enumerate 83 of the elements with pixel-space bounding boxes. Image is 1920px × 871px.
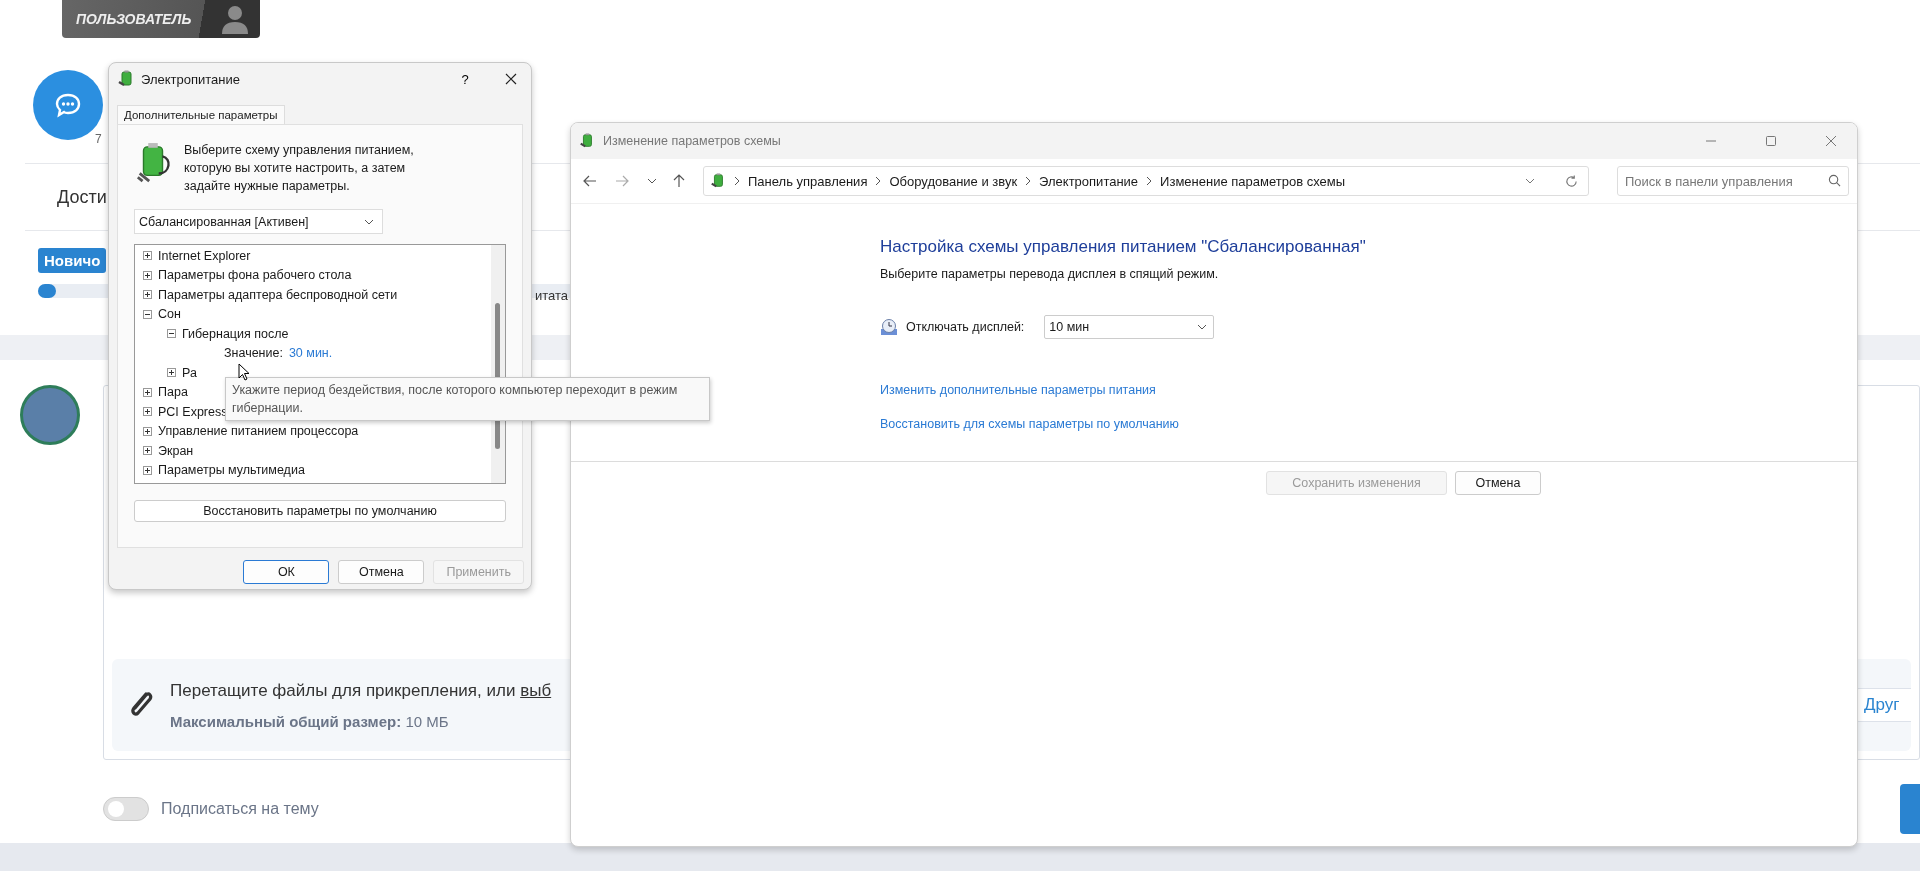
expander-icon[interactable] bbox=[143, 407, 152, 417]
expander-icon[interactable] bbox=[143, 446, 152, 456]
chevron-right-icon bbox=[1025, 176, 1032, 186]
restore-defaults-button[interactable]: Восстановить параметры по умолчанию bbox=[134, 500, 506, 522]
battery-plug-icon bbox=[579, 133, 595, 149]
expander-icon[interactable] bbox=[143, 387, 152, 397]
tree-item[interactable]: Пара bbox=[158, 385, 188, 400]
subscribe-label: Подписаться на тему bbox=[161, 799, 320, 818]
breadcrumb[interactable]: Панель управления bbox=[748, 173, 868, 189]
address-bar[interactable]: Панель управления Оборудование и звук Электропитание Изменение параметров схемы bbox=[703, 166, 1589, 196]
settings-link[interactable]: Изменить дополнительные параметры питания bbox=[880, 383, 1156, 397]
expander-icon[interactable] bbox=[143, 290, 152, 300]
breadcrumb[interactable]: Оборудование и звук bbox=[889, 173, 1018, 189]
close-icon bbox=[505, 73, 517, 85]
submit-button[interactable] bbox=[1900, 783, 1920, 834]
breadcrumb[interactable]: Электропитание bbox=[1039, 173, 1139, 189]
expander-icon[interactable] bbox=[143, 426, 152, 436]
user-badge: ПОЛЬЗОВАТЕЛЬ bbox=[62, 0, 260, 38]
expander-icon[interactable] bbox=[143, 251, 152, 261]
tree-item[interactable]: PCI Express bbox=[158, 404, 228, 419]
display-off-dropdown[interactable]: 10 мин bbox=[1044, 315, 1215, 339]
back-arrow-icon[interactable] bbox=[583, 175, 597, 187]
settings-link[interactable]: Восстановить для схемы параметры по умолчанию bbox=[880, 417, 1179, 431]
window-title: Электропитание bbox=[141, 71, 241, 87]
battery-plug-icon bbox=[134, 141, 172, 185]
expander-icon[interactable] bbox=[143, 309, 152, 319]
page-subheading: Выберите параметры перевода дисплея в спящий режим. bbox=[880, 267, 1219, 281]
window-button[interactable]: Отмена bbox=[1455, 471, 1541, 495]
value-label: Значение: bbox=[224, 346, 283, 361]
subscribe-toggle[interactable] bbox=[103, 796, 149, 821]
chevron-down-icon bbox=[364, 218, 374, 225]
tree-item[interactable]: Управление питанием процессора bbox=[158, 424, 359, 439]
message-count: 7 bbox=[95, 132, 102, 146]
size-limit-value: 10 МБ bbox=[405, 712, 449, 730]
battery-plug-icon bbox=[117, 70, 135, 88]
expander-icon[interactable] bbox=[167, 329, 176, 339]
help-button[interactable]: ? bbox=[445, 64, 485, 94]
tree-item[interactable]: Параметры адаптера беспроводной сети bbox=[158, 287, 398, 302]
tree-item[interactable]: Internet Explorer bbox=[158, 248, 251, 263]
tree-item[interactable]: Параметры мультимедиа bbox=[158, 463, 305, 478]
chevron-down-icon[interactable] bbox=[647, 178, 657, 184]
battery-plug-icon bbox=[710, 173, 726, 189]
breadcrumb[interactable]: Изменение параметров схемы bbox=[1160, 173, 1346, 189]
scheme-dropdown[interactable]: Сбалансированная [Активен] bbox=[134, 209, 383, 234]
chevron-right-icon bbox=[1146, 176, 1153, 186]
tree-item[interactable]: Сон bbox=[158, 307, 181, 322]
tab[interactable]: Дополнительные параметры bbox=[117, 105, 285, 124]
cut-text: итата bbox=[535, 288, 569, 303]
section-heading: Дости bbox=[57, 186, 107, 208]
tree-item[interactable]: Ра bbox=[182, 365, 197, 380]
size-limit-label: Максимальный общий размер: bbox=[170, 712, 402, 730]
maximize-icon[interactable] bbox=[1765, 135, 1777, 147]
mouse-cursor-icon bbox=[238, 363, 250, 381]
chevron-right-icon bbox=[734, 176, 740, 186]
avatar-circle bbox=[20, 385, 80, 445]
rank-badge: Новичо bbox=[38, 248, 107, 273]
person-icon bbox=[220, 4, 250, 34]
dialog-button[interactable]: ОК bbox=[243, 560, 330, 584]
choose-files-link[interactable]: выб bbox=[520, 680, 552, 700]
tree-item[interactable]: Гибернация после bbox=[182, 326, 289, 341]
chevron-down-icon[interactable] bbox=[1525, 178, 1535, 184]
tree-item[interactable]: Экран bbox=[158, 443, 194, 458]
tooltip: Укажите период бездействия, после которого компьютер переходит в режим гибернации. bbox=[225, 377, 710, 421]
expander-icon[interactable] bbox=[167, 368, 176, 378]
expander-icon[interactable] bbox=[143, 465, 152, 475]
chevron-down-icon bbox=[1197, 324, 1208, 330]
dialog-button[interactable]: Отмена bbox=[338, 560, 425, 584]
search-icon bbox=[1828, 174, 1841, 187]
clock-icon bbox=[880, 318, 898, 336]
window-title: Изменение параметров схемы bbox=[603, 134, 781, 148]
close-icon[interactable] bbox=[1825, 135, 1837, 147]
search-field[interactable]: Поиск в панели управления bbox=[1617, 166, 1849, 196]
attachment-prompt: Перетащите файлы для прикрепления, или bbox=[170, 680, 516, 700]
tree-item[interactable]: Параметры фона рабочего стола bbox=[158, 268, 352, 283]
other-button[interactable]: Друг bbox=[1855, 688, 1911, 722]
intro-text: Выберите схему управления питанием, которую вы хотите настроить, а затем задайте нужные параметры. bbox=[184, 142, 415, 195]
page-heading: Настройка схемы управления питанием "Сбалансированная" bbox=[880, 237, 1366, 257]
value-link[interactable]: 30 мин. bbox=[288, 346, 333, 361]
display-off-label: Отключать дисплей: bbox=[906, 320, 1025, 334]
refresh-icon[interactable] bbox=[1565, 174, 1578, 188]
up-arrow-icon[interactable] bbox=[673, 174, 685, 188]
expander-icon[interactable] bbox=[143, 270, 152, 280]
chevron-right-icon bbox=[875, 176, 882, 186]
